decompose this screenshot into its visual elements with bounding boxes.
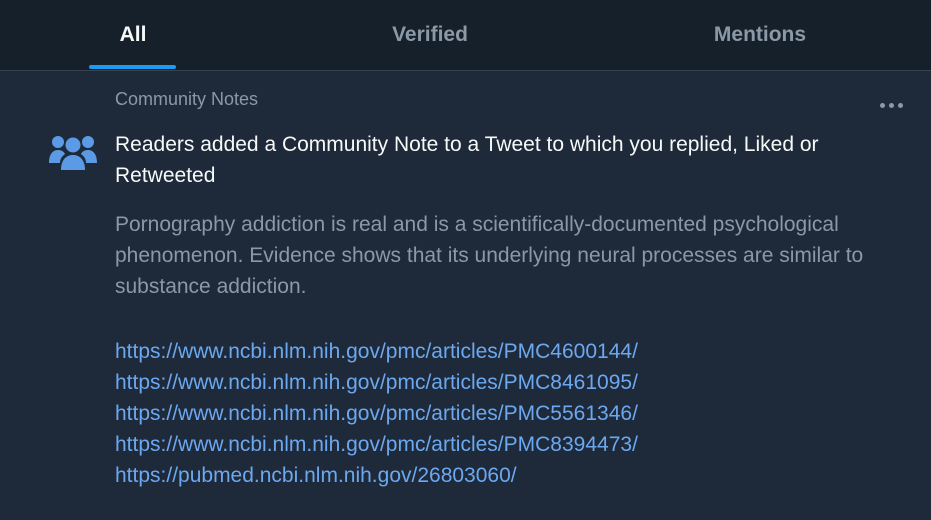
source-link[interactable]: https://www.ncbi.nlm.nih.gov/pmc/article… [115,336,905,367]
more-options-icon[interactable] [874,93,908,117]
community-note-text: Pornography addiction is real and is a s… [115,213,864,298]
source-link[interactable]: https://www.ncbi.nlm.nih.gov/pmc/article… [115,398,905,429]
notification-source: Community Notes [115,89,259,109]
tab-all[interactable]: All [68,0,198,70]
notification-heading: Readers added a Community Note to a Twee… [115,133,819,187]
source-link[interactable]: https://pubmed.ncbi.nlm.nih.gov/26803060… [115,460,905,491]
source-link[interactable]: https://www.ncbi.nlm.nih.gov/pmc/article… [115,429,905,460]
source-link[interactable]: https://www.ncbi.nlm.nih.gov/pmc/article… [115,367,905,398]
community-note-notification[interactable]: Community Notes Readers added a Communit… [0,71,931,520]
tab-mentions[interactable]: Mentions [680,0,840,70]
active-tab-indicator [89,65,176,69]
tab-verified-label: Verified [392,23,468,46]
source-links-list: https://www.ncbi.nlm.nih.gov/pmc/article… [115,336,905,491]
tab-verified[interactable]: Verified [365,0,495,70]
notifications-tab-bar: All Verified Mentions [0,0,931,71]
community-notes-people-icon [49,136,97,170]
tab-mentions-label: Mentions [713,23,807,46]
tab-all-label: All [119,23,147,46]
